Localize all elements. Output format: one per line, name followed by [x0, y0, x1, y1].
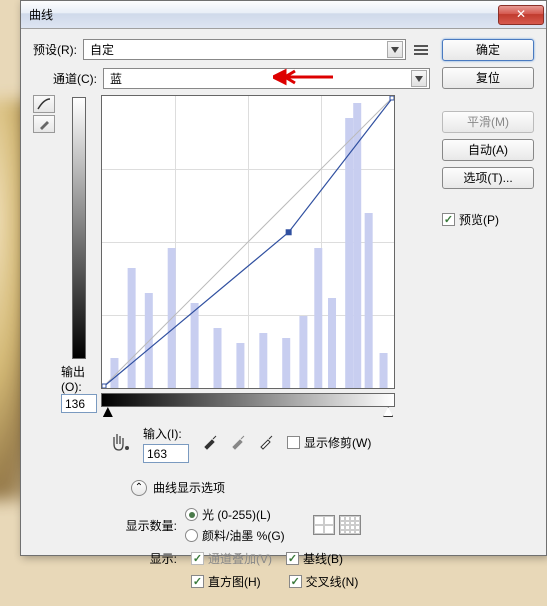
output-input[interactable] — [61, 394, 97, 413]
preview-checkbox[interactable] — [442, 213, 455, 226]
input-label: 输入(I): — [143, 425, 189, 442]
preview-label: 预览(P) — [459, 211, 499, 228]
channel-overlay-checkbox[interactable] — [191, 552, 204, 565]
black-eyedropper[interactable] — [199, 431, 221, 453]
histogram-checkbox[interactable] — [191, 575, 204, 588]
display-amount-label: 显示数量: — [121, 517, 177, 534]
window-title: 曲线 — [29, 6, 498, 23]
gray-eyedropper[interactable] — [227, 431, 249, 453]
pigment-radio[interactable] — [185, 529, 198, 542]
curve-point-tool[interactable] — [33, 95, 55, 113]
preset-combo[interactable]: 自定 — [83, 39, 406, 60]
input-gradient[interactable] — [101, 393, 395, 407]
output-gradient — [72, 97, 86, 359]
options-button[interactable]: 选项(T)... — [442, 167, 534, 189]
ok-button[interactable]: 确定 — [442, 39, 534, 61]
disclosure-label: 曲线显示选项 — [153, 479, 225, 496]
channel-combo[interactable]: 蓝 — [103, 68, 430, 89]
red-arrow-annotation — [273, 67, 333, 90]
chevron-down-icon — [411, 70, 427, 87]
close-button[interactable]: ✕ — [498, 5, 544, 25]
grid-simple-icon[interactable] — [313, 515, 335, 535]
show-label: 显示: — [121, 550, 177, 567]
smooth-button: 平滑(M) — [442, 111, 534, 133]
baseline-checkbox[interactable] — [286, 552, 299, 565]
output-label: 输出(O): — [61, 363, 97, 394]
curve-pencil-tool[interactable] — [33, 115, 55, 133]
preset-menu-icon[interactable] — [412, 41, 430, 59]
show-clipping-checkbox[interactable] — [287, 436, 300, 449]
input-input[interactable] — [143, 444, 189, 463]
preset-label: 预设(R): — [33, 41, 77, 58]
intersection-checkbox[interactable] — [289, 575, 302, 588]
show-clipping-label: 显示修剪(W) — [304, 434, 371, 451]
curves-dialog: 曲线 ✕ 预设(R): 自定 通道(C): 蓝 — [20, 0, 547, 556]
channel-label: 通道(C): — [53, 70, 97, 87]
white-point-slider[interactable] — [383, 407, 393, 417]
auto-button[interactable]: 自动(A) — [442, 139, 534, 161]
curve-graph[interactable] — [101, 95, 395, 389]
disclosure-toggle[interactable]: ⌃ — [131, 480, 147, 496]
black-point-slider[interactable] — [103, 407, 113, 417]
curve-line — [102, 96, 394, 388]
light-radio[interactable] — [185, 508, 198, 521]
titlebar[interactable]: 曲线 ✕ — [21, 1, 546, 29]
white-eyedropper[interactable] — [255, 431, 277, 453]
target-adjust-tool[interactable] — [109, 430, 133, 454]
preset-value: 自定 — [90, 41, 387, 58]
grid-detailed-icon[interactable] — [339, 515, 361, 535]
chevron-down-icon — [387, 41, 403, 58]
cancel-button[interactable]: 复位 — [442, 67, 534, 89]
channel-value: 蓝 — [110, 70, 411, 87]
